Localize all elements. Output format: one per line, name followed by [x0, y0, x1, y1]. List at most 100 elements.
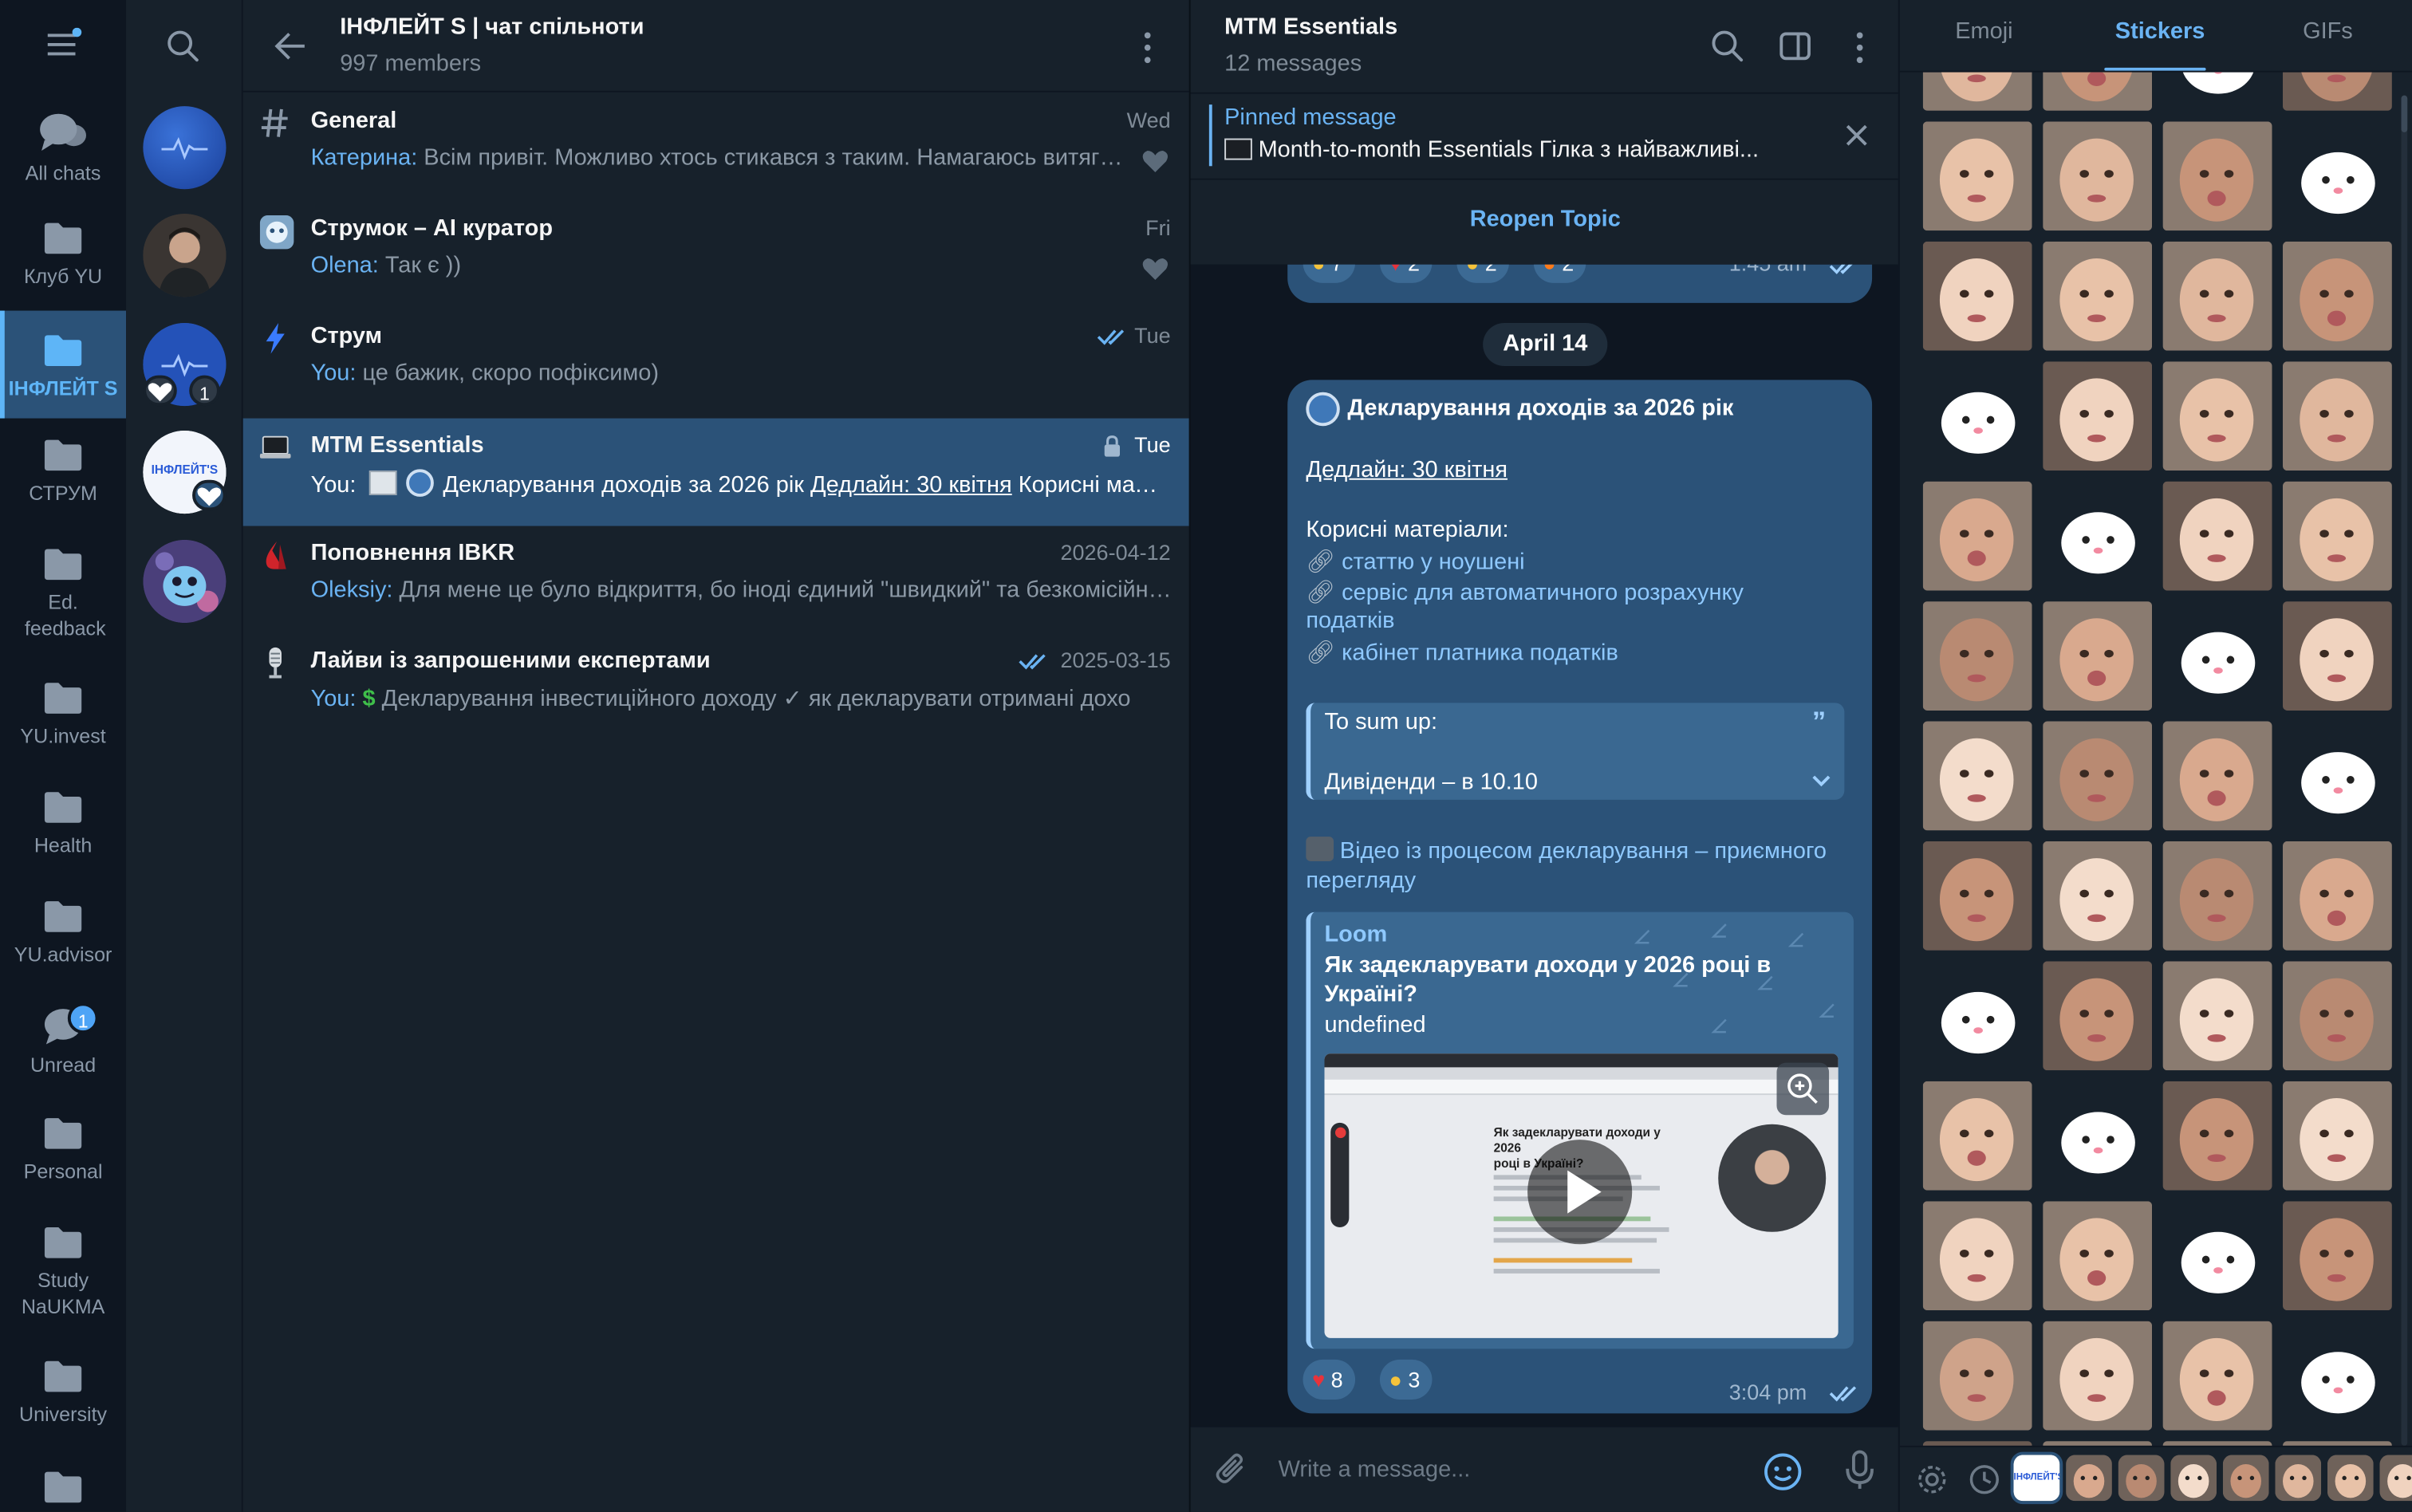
menu-icon[interactable]: [43, 27, 83, 61]
sticker-set-item[interactable]: [2275, 1455, 2322, 1502]
link-tax-service[interactable]: 🔗︎ сервіс для автоматичного розрахунку: [1306, 578, 1744, 606]
sticker-item[interactable]: [2162, 1081, 2272, 1191]
sticker-item[interactable]: [1923, 361, 2032, 471]
message-input[interactable]: Write a message...: [1279, 1456, 1471, 1482]
folder-health[interactable]: Health: [0, 789, 126, 884]
sticker-item[interactable]: [2043, 721, 2153, 831]
sticker-item[interactable]: [1922, 481, 2032, 591]
folder-all-chats[interactable]: All chats: [0, 111, 126, 207]
sticker-item[interactable]: [2282, 1201, 2392, 1311]
topic-row-lives[interactable]: Лайви із запрошеними експертами 2025-03-…: [243, 634, 1189, 742]
sticker-set-inflate[interactable]: ІНФЛЕЙТ'S: [2010, 1451, 2063, 1505]
folder-yu-invest[interactable]: YU.invest: [0, 679, 126, 775]
sticker-item[interactable]: [2162, 961, 2272, 1071]
link-preview-card[interactable]: Loom Як задекларувати доходи у 2026 році…: [1306, 912, 1854, 1349]
sticker-item[interactable]: [2043, 841, 2153, 951]
sticker-item[interactable]: [1922, 1201, 2032, 1311]
topic-row-mtm-essentials[interactable]: MTM Essentials Tue You: Декларування дох…: [242, 418, 1189, 526]
gear-icon[interactable]: [1915, 1463, 1949, 1496]
sticker-item[interactable]: [2283, 721, 2392, 830]
topic-row-strum[interactable]: Струм Tue You: це бажик, скоро пофіксимо…: [243, 309, 1189, 417]
sticker-item[interactable]: [1922, 721, 2032, 831]
reaction-heart[interactable]: ♥ 2: [1379, 264, 1433, 283]
scrollbar-track[interactable]: [2401, 95, 2408, 1446]
sticker-set-item[interactable]: [2170, 1455, 2217, 1502]
sticker-item[interactable]: [2283, 121, 2392, 230]
zoom-in-button[interactable]: [1776, 1062, 1830, 1116]
sticker-item[interactable]: [2163, 601, 2272, 711]
sticker-set-item[interactable]: [2222, 1455, 2269, 1502]
folder-unread[interactable]: 1 Unread: [0, 1002, 126, 1101]
sticker-item[interactable]: [2162, 1321, 2272, 1431]
sidebar-toggle-icon[interactable]: [1778, 30, 1811, 63]
topic-row-general[interactable]: General Wed Катерина: Всім привіт. Можли…: [243, 94, 1189, 202]
sticker-item[interactable]: [2043, 241, 2153, 351]
tab-gifs[interactable]: GIFs: [2303, 18, 2353, 45]
sticker-item[interactable]: [2283, 1321, 2392, 1431]
video-thumbnail[interactable]: Як задекларувати доходи у 2026році в Укр…: [1324, 1053, 1839, 1338]
sticker-item[interactable]: [1922, 241, 2032, 351]
tab-emoji[interactable]: Emoji: [1955, 18, 2012, 45]
message-list[interactable]: ● 7 ♥ 2 ● 2 ● 2 1:45 am April 14 Деклару…: [1190, 264, 1900, 1426]
folder-yu-advisor[interactable]: YU.advisor: [0, 898, 126, 994]
recent-clock-icon[interactable]: [1968, 1463, 2001, 1496]
sticker-item[interactable]: [1923, 961, 2032, 1070]
sticker-item[interactable]: [1922, 1321, 2032, 1431]
group-title[interactable]: ІНФЛЕЙТ S | чат спільноти: [340, 14, 644, 40]
reaction-thumbs-up[interactable]: ● 3: [1379, 1359, 1433, 1400]
link-taxpayer-cabinet[interactable]: 🔗︎ кабінет платника податків: [1306, 638, 1618, 666]
reaction-fire[interactable]: ● 2: [1533, 264, 1586, 283]
chevron-down-icon[interactable]: [1811, 774, 1832, 789]
blockquote[interactable]: To sum up: Дивіденди – в 10.10 ”: [1306, 703, 1845, 800]
sticker-item[interactable]: [2162, 481, 2272, 591]
message-bubble[interactable]: Декларування доходів за 2026 рік Дедлайн…: [1287, 380, 1873, 1414]
attach-icon[interactable]: [1214, 1452, 1251, 1489]
sticker-item[interactable]: [2282, 481, 2392, 591]
sticker-grid[interactable]: [1900, 72, 2402, 1446]
forum-avatar-pulse-2[interactable]: 1: [143, 322, 227, 407]
folder-strum[interactable]: СТРУМ: [0, 437, 126, 533]
folder-ed-feedback[interactable]: Ed. feedback: [0, 546, 126, 654]
sticker-item[interactable]: [2282, 601, 2392, 711]
sticker-item[interactable]: [2282, 241, 2392, 351]
topic-row-strumok[interactable]: Струмок – AI куратор Fri Olena: Так є )): [243, 202, 1189, 309]
sticker-set-item[interactable]: [2118, 1455, 2165, 1502]
sticker-item[interactable]: [2282, 1081, 2392, 1191]
reaction-thumbs-up[interactable]: ● 2: [1456, 264, 1510, 283]
sticker-item[interactable]: [1922, 121, 2032, 231]
forum-avatar-person[interactable]: [143, 214, 227, 297]
forum-avatar-inflate[interactable]: ІНФЛЕЙТ'S: [143, 430, 227, 514]
sticker-item[interactable]: [2282, 841, 2392, 951]
sticker-item[interactable]: [2043, 601, 2153, 711]
more-vertical-icon[interactable]: [1138, 31, 1157, 65]
forum-avatar-pulse[interactable]: [143, 106, 227, 190]
sticker-item[interactable]: [2043, 961, 2153, 1071]
sticker-item[interactable]: [2282, 361, 2392, 471]
emoji-icon[interactable]: [1763, 1452, 1803, 1492]
sticker-item[interactable]: [1922, 841, 2032, 951]
sticker-item[interactable]: [2043, 361, 2153, 471]
more-vertical-icon[interactable]: [1850, 31, 1869, 65]
sticker-item[interactable]: [2163, 72, 2272, 111]
folder-personal[interactable]: Personal: [0, 1115, 126, 1211]
link-tax-service-cont[interactable]: податків: [1306, 608, 1394, 634]
search-icon[interactable]: [1711, 30, 1744, 63]
sticker-set-item[interactable]: [2327, 1455, 2374, 1502]
close-icon[interactable]: [1843, 121, 1870, 149]
reaction-heart[interactable]: ♥ 8: [1303, 1359, 1356, 1400]
chat-title[interactable]: MTM Essentials: [1224, 14, 1397, 40]
microphone-icon[interactable]: [1843, 1449, 1876, 1492]
sticker-item[interactable]: [1922, 601, 2032, 711]
sticker-item[interactable]: [2163, 1201, 2272, 1310]
sticker-item[interactable]: [1922, 1081, 2032, 1191]
search-icon[interactable]: [166, 30, 199, 63]
sticker-item[interactable]: [2162, 241, 2272, 351]
sticker-item[interactable]: [2162, 121, 2272, 231]
sticker-set-item[interactable]: [2066, 1455, 2112, 1502]
tab-stickers[interactable]: Stickers: [2115, 18, 2205, 45]
sticker-item[interactable]: [2043, 1201, 2153, 1311]
back-arrow-icon[interactable]: [274, 30, 307, 63]
sticker-item[interactable]: [2043, 72, 2153, 111]
sticker-item[interactable]: [2043, 1321, 2153, 1431]
reaction-ok[interactable]: ● 7: [1303, 264, 1356, 283]
